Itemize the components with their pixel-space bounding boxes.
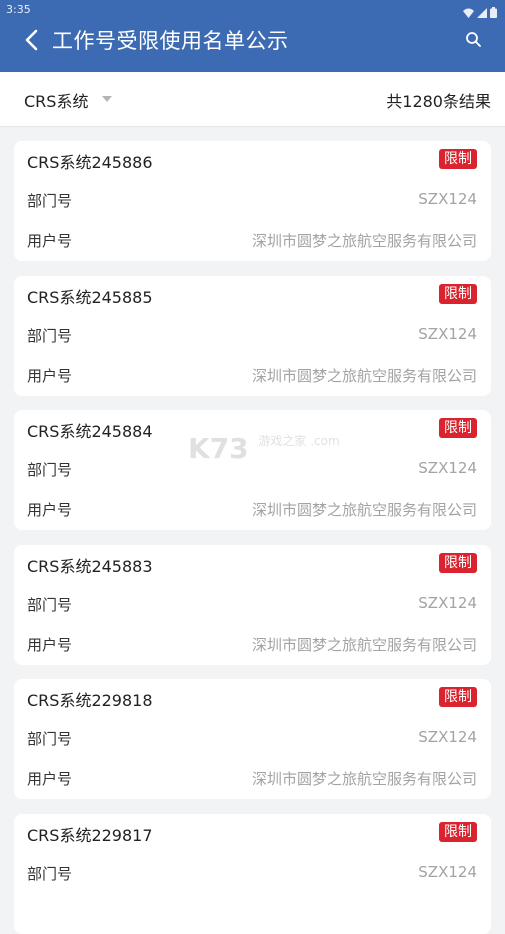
status-time: 3:35 (6, 3, 31, 16)
dept-label: 部门号 (27, 461, 73, 479)
status-icons (463, 3, 497, 22)
record-card[interactable]: CRS系统229817 限制 部门号 SZX124 (14, 814, 491, 934)
page-title: 工作号受限使用名单公示 (52, 29, 289, 53)
user-value: 深圳市圆梦之旅航空服务有限公司 (251, 232, 477, 250)
dept-value: SZX124 (418, 190, 477, 208)
dept-label: 部门号 (27, 327, 73, 345)
dept-value: SZX124 (418, 459, 477, 477)
restricted-badge: 限制 (439, 822, 477, 842)
back-arrow-icon[interactable] (22, 28, 44, 52)
app-header: 3:35 工作号受限使用名单公示 (0, 0, 505, 72)
battery-icon (490, 3, 497, 22)
restricted-badge: 限制 (439, 553, 477, 573)
record-card[interactable]: CRS系统245883 限制 部门号 SZX124 用户号 深圳市圆梦之旅航空服… (14, 545, 491, 665)
restricted-badge: 限制 (439, 284, 477, 304)
record-card[interactable]: CRS系统245885 限制 部门号 SZX124 用户号 深圳市圆梦之旅航空服… (14, 276, 491, 396)
user-label: 用户号 (27, 501, 73, 519)
user-value: 深圳市圆梦之旅航空服务有限公司 (251, 770, 477, 788)
signal-icon (477, 3, 487, 22)
dept-label: 部门号 (27, 192, 73, 210)
wifi-icon (463, 3, 474, 22)
restricted-badge: 限制 (439, 687, 477, 707)
user-value: 深圳市圆梦之旅航空服务有限公司 (251, 636, 477, 654)
dept-value: SZX124 (418, 863, 477, 881)
caret-down-icon (102, 96, 112, 102)
record-title: CRS系统245884 (27, 422, 153, 441)
dept-value: SZX124 (418, 594, 477, 612)
record-title: CRS系统245883 (27, 557, 153, 576)
result-count: 共1280条结果 (386, 92, 491, 111)
record-title: CRS系统229818 (27, 691, 153, 710)
user-label: 用户号 (27, 636, 73, 654)
dept-label: 部门号 (27, 730, 73, 748)
user-label: 用户号 (27, 232, 73, 250)
nav-row: 工作号受限使用名单公示 (0, 24, 505, 56)
dept-label: 部门号 (27, 865, 73, 883)
user-label: 用户号 (27, 367, 73, 385)
search-icon[interactable] (464, 30, 484, 50)
record-card[interactable]: CRS系统245884 限制 部门号 SZX124 用户号 深圳市圆梦之旅航空服… (14, 410, 491, 530)
dept-label: 部门号 (27, 596, 73, 614)
record-title: CRS系统229817 (27, 826, 153, 845)
filter-bar: CRS系统 共1280条结果 (0, 72, 505, 127)
restricted-badge: 限制 (439, 149, 477, 169)
record-title: CRS系统245885 (27, 288, 153, 307)
restricted-badge: 限制 (439, 418, 477, 438)
user-value: 深圳市圆梦之旅航空服务有限公司 (251, 367, 477, 385)
user-label: 用户号 (27, 770, 73, 788)
record-card[interactable]: CRS系统229818 限制 部门号 SZX124 用户号 深圳市圆梦之旅航空服… (14, 679, 491, 799)
record-title: CRS系统245886 (27, 153, 153, 172)
filter-label: CRS系统 (24, 92, 89, 111)
dept-value: SZX124 (418, 728, 477, 746)
record-card[interactable]: CRS系统245886 限制 部门号 SZX124 用户号 深圳市圆梦之旅航空服… (14, 141, 491, 261)
user-value: 深圳市圆梦之旅航空服务有限公司 (251, 501, 477, 519)
dept-value: SZX124 (418, 325, 477, 343)
